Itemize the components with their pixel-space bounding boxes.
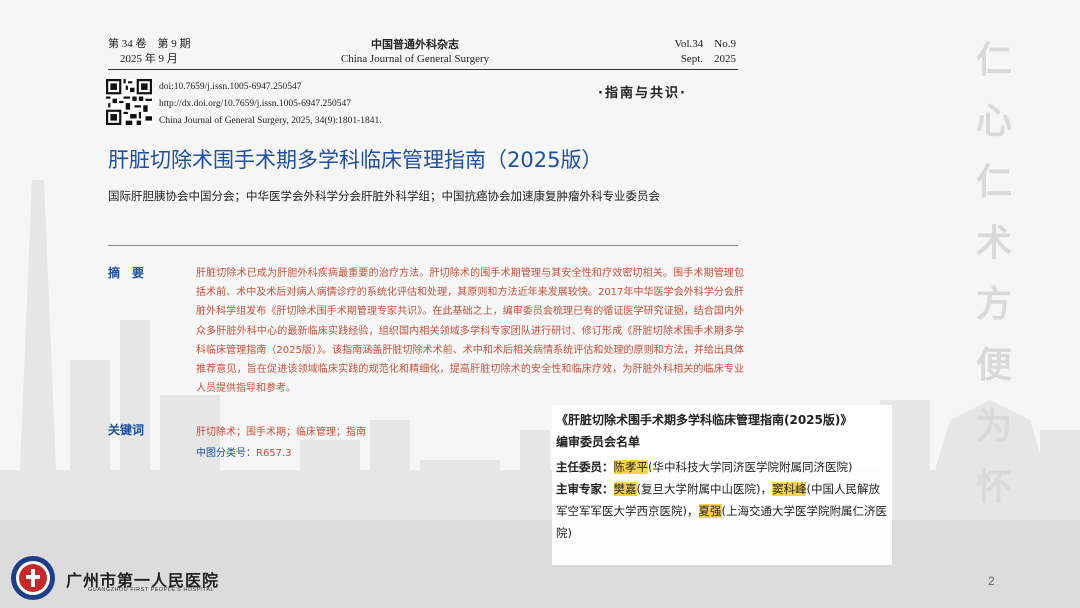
committee-chair: 主任委员：陈孝平(华中科技大学同济医学院附属同济医院) bbox=[556, 456, 888, 478]
journal-name-en: China Journal of General Surgery bbox=[340, 53, 490, 65]
doi-text: doi:10.7659/j.issn.1005-6947.250547 bbox=[159, 82, 302, 92]
motto-char: 仁 bbox=[975, 162, 1012, 203]
hospital-name-en: GUANGZHOU FIRST PEOPLE'S HOSPITAL bbox=[88, 587, 215, 593]
journal-vol-en: Vol.34 No.9 Sept. 2025 bbox=[640, 37, 736, 67]
committee-title: 《肝脏切除术围手术期多学科临床管理指南(2025版)》 bbox=[556, 413, 853, 427]
title-divider bbox=[108, 245, 738, 246]
reviewer-name: 夏强 bbox=[698, 504, 722, 518]
committee-subtitle: 编审委员会名单 bbox=[556, 435, 641, 449]
abstract-text: 肝脏切除术已成为肝胆外科疾病最重要的治疗方法。肝切除术的围手术期管理与其安全性和… bbox=[196, 268, 744, 395]
citation-text: China Journal of General Surgery, 2025, … bbox=[159, 116, 382, 126]
abstract-label: 摘 要 bbox=[108, 266, 145, 280]
keywords-label: 关键词 bbox=[108, 423, 145, 437]
motto-char: 仁 bbox=[975, 40, 1012, 81]
motto-char: 心 bbox=[975, 101, 1012, 142]
section-tag: ·指南与共识· bbox=[598, 86, 687, 101]
chair-name: 陈孝平 bbox=[613, 460, 648, 474]
motto-char: 方 bbox=[975, 284, 1012, 325]
chair-label: 主任委员： bbox=[556, 460, 614, 474]
motto-char: 为 bbox=[975, 406, 1012, 447]
committee-list: 主任委员：陈孝平(华中科技大学同济医学院附属同济医院) 主审专家：樊嘉(复旦大学… bbox=[556, 456, 888, 544]
motto-char: 怀 bbox=[975, 467, 1012, 508]
date-line: 2025 年 9 月 bbox=[120, 53, 178, 65]
keywords-text: 肝切除术；围手术期；临床管理；指南 bbox=[196, 427, 366, 438]
journal-name-cn: 中国普通外科杂志 bbox=[371, 38, 459, 51]
side-motto: 仁 心 仁 术 方 便 为 怀 bbox=[962, 30, 1026, 518]
qr-code-icon bbox=[106, 79, 152, 125]
page-number: 2 bbox=[988, 574, 995, 588]
motto-char: 便 bbox=[975, 345, 1012, 386]
chair-affiliation: (华中科技大学同济医学院附属同济医院) bbox=[648, 460, 853, 474]
classification: 中图分类号：R657.3 bbox=[196, 444, 292, 459]
classification-value: R657.3 bbox=[256, 448, 292, 459]
volume-line: 第 34 卷 第 9 期 bbox=[108, 38, 191, 50]
motto-char: 术 bbox=[975, 223, 1012, 264]
reviewer-name: 樊嘉 bbox=[613, 482, 637, 496]
journal-name: 中国普通外科杂志 China Journal of General Surger… bbox=[320, 37, 510, 67]
reviewer-affiliation: (复旦大学附属中山医院)， bbox=[636, 482, 772, 496]
article-meta: doi:10.7659/j.issn.1005-6947.250547 http… bbox=[159, 79, 382, 130]
journal-volume-issue: 第 34 卷 第 9 期 2025 年 9 月 bbox=[108, 37, 191, 67]
article-title: 肝脏切除术围手术期多学科临床管理指南（2025版） bbox=[108, 148, 603, 172]
doi-link[interactable]: http://dx.doi.org/10.7659/j.issn.1005-69… bbox=[159, 96, 382, 113]
header-divider bbox=[108, 69, 738, 70]
article-authors: 国际肝胆胰协会中国分会；中华医学会外科学分会肝脏外科学组；中国抗癌协会加速康复肿… bbox=[108, 189, 660, 203]
classification-label: 中图分类号： bbox=[196, 448, 256, 459]
hospital-logo-icon bbox=[11, 556, 55, 600]
reviewer-name: 窦科峰 bbox=[771, 482, 807, 496]
vol-no-en: Vol.34 No.9 bbox=[674, 38, 736, 50]
reviewers-label: 主审专家： bbox=[556, 482, 614, 496]
committee-reviewers: 主审专家：樊嘉(复旦大学附属中山医院)，窦科峰(中国人民解放军空军军医大学西京医… bbox=[556, 478, 888, 544]
date-en: Sept. 2025 bbox=[680, 53, 736, 65]
